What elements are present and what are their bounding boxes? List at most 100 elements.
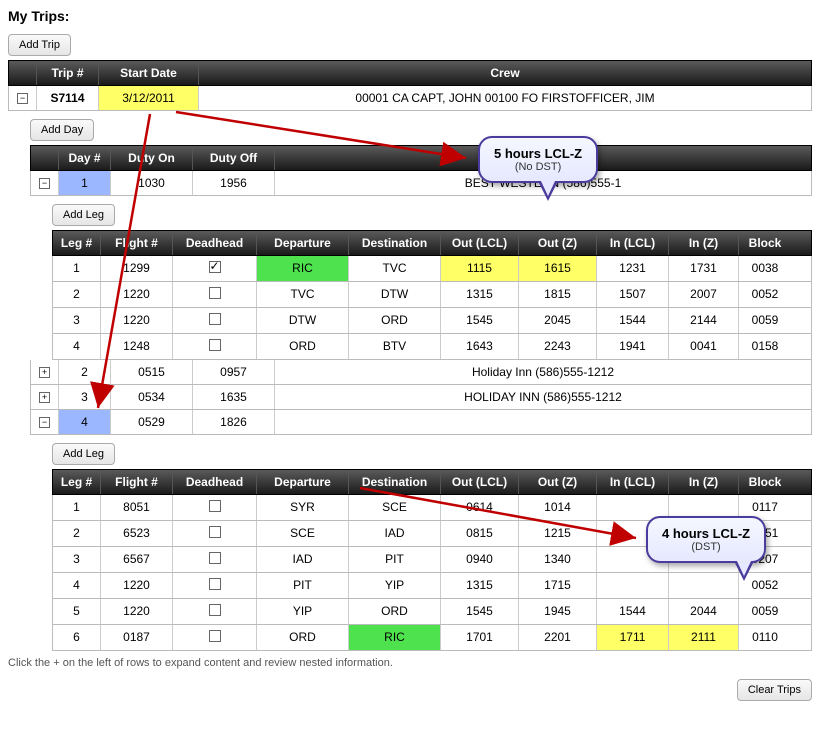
in-lcl: 1544 [597,308,669,333]
clear-trips-button[interactable]: Clear Trips [737,679,812,701]
block: 0038 [739,256,791,281]
leg-row: 41220PITYIP131517150052 [52,573,812,599]
deadhead-cell[interactable] [173,599,257,624]
leg-number: 4 [53,334,101,359]
deadhead-cell[interactable] [173,573,257,598]
deadhead-cell[interactable] [173,256,257,281]
col-duty-on: Duty On [111,146,193,170]
expand-day-toggle[interactable]: − [31,410,59,434]
out-z: 1615 [519,256,597,281]
col-out-lcl: Out (LCL) [441,231,519,255]
col-in-z: In (Z) [669,470,739,494]
day-number[interactable]: 4 [59,410,111,434]
callout-5h: 5 hours LCL-Z (No DST) [478,136,598,183]
add-day-button[interactable]: Add Day [30,119,94,141]
out-lcl: 0614 [441,495,519,520]
out-z: 2201 [519,625,597,650]
out-lcl: 1643 [441,334,519,359]
col-day: Day # [59,146,111,170]
col-deadhead: Deadhead [173,231,257,255]
in-z: 0041 [669,334,739,359]
departure: IAD [257,547,349,572]
expand-day-toggle[interactable]: − [31,171,59,195]
departure: TVC [257,282,349,307]
expand-day-toggle[interactable]: + [31,385,59,409]
out-lcl: 1315 [441,282,519,307]
checkbox-icon [209,287,221,299]
in-z: 2144 [669,308,739,333]
in-z: 2044 [669,599,739,624]
col-trip: Trip # [37,61,99,85]
day-number[interactable]: 3 [59,385,111,409]
footer-hint: Click the + on the left of rows to expan… [8,657,812,669]
col-crew: Crew [199,61,811,85]
out-z: 1945 [519,599,597,624]
leg-row: 60187ORDRIC17012201171121110110 [52,625,812,651]
destination: ORD [349,308,441,333]
expand-header [31,146,59,170]
trip-start-date: 3/12/2011 [99,86,199,110]
col-flight: Flight # [101,470,173,494]
destination: ORD [349,599,441,624]
in-lcl: 1711 [597,625,669,650]
add-leg-button[interactable]: Add Leg [52,443,115,465]
add-trip-button[interactable]: Add Trip [8,34,71,56]
leg-row: 51220YIPORD15451945154420440059 [52,599,812,625]
block: 0110 [739,625,791,650]
destination: PIT [349,547,441,572]
duty-on: 1030 [111,171,193,195]
flight-number: 1220 [101,308,173,333]
deadhead-cell[interactable] [173,495,257,520]
in-lcl: 1544 [597,599,669,624]
col-destination: Destination [349,231,441,255]
deadhead-cell[interactable] [173,547,257,572]
col-start-date: Start Date [99,61,199,85]
flight-number: 1220 [101,282,173,307]
departure: SYR [257,495,349,520]
deadhead-cell[interactable] [173,521,257,546]
col-departure: Departure [257,470,349,494]
out-lcl: 1545 [441,599,519,624]
expand-trip-toggle[interactable]: − [9,86,37,110]
deadhead-cell[interactable] [173,625,257,650]
in-lcl: 1941 [597,334,669,359]
out-z: 1215 [519,521,597,546]
checkbox-icon [209,604,221,616]
out-z: 1014 [519,495,597,520]
out-lcl: 0815 [441,521,519,546]
leg-row: 31220DTWORD15452045154421440059 [52,308,812,334]
block: 0052 [739,282,791,307]
deadhead-cell[interactable] [173,308,257,333]
destination: YIP [349,573,441,598]
trip-crew: 00001 CA CAPT, JOHN 00100 FO FIRSTOFFICE… [199,86,811,110]
flight-number: 8051 [101,495,173,520]
block: 0059 [739,599,791,624]
checkbox-icon [209,578,221,590]
departure: PIT [257,573,349,598]
expand-day-toggle[interactable]: + [31,360,59,384]
block: 0059 [739,308,791,333]
out-z: 1715 [519,573,597,598]
leg-number: 5 [53,599,101,624]
deadhead-cell[interactable] [173,334,257,359]
day-number[interactable]: 1 [59,171,111,195]
duty-off: 1956 [193,171,275,195]
minus-icon: − [39,178,50,189]
col-departure: Departure [257,231,349,255]
leg-number: 2 [53,282,101,307]
departure: ORD [257,625,349,650]
plus-icon: + [39,392,50,403]
col-out-z: Out (Z) [519,231,597,255]
out-lcl: 1315 [441,573,519,598]
add-leg-button[interactable]: Add Leg [52,204,115,226]
leg-row: 11299RICTVC11151615123117310038 [52,256,812,282]
col-in-lcl: In (LCL) [597,231,669,255]
deadhead-cell[interactable] [173,282,257,307]
day-number[interactable]: 2 [59,360,111,384]
departure: YIP [257,599,349,624]
minus-icon: − [39,417,50,428]
checkbox-icon [209,500,221,512]
duty-on: 0515 [111,360,193,384]
in-z: 2007 [669,282,739,307]
speech-tail-icon [538,181,558,201]
